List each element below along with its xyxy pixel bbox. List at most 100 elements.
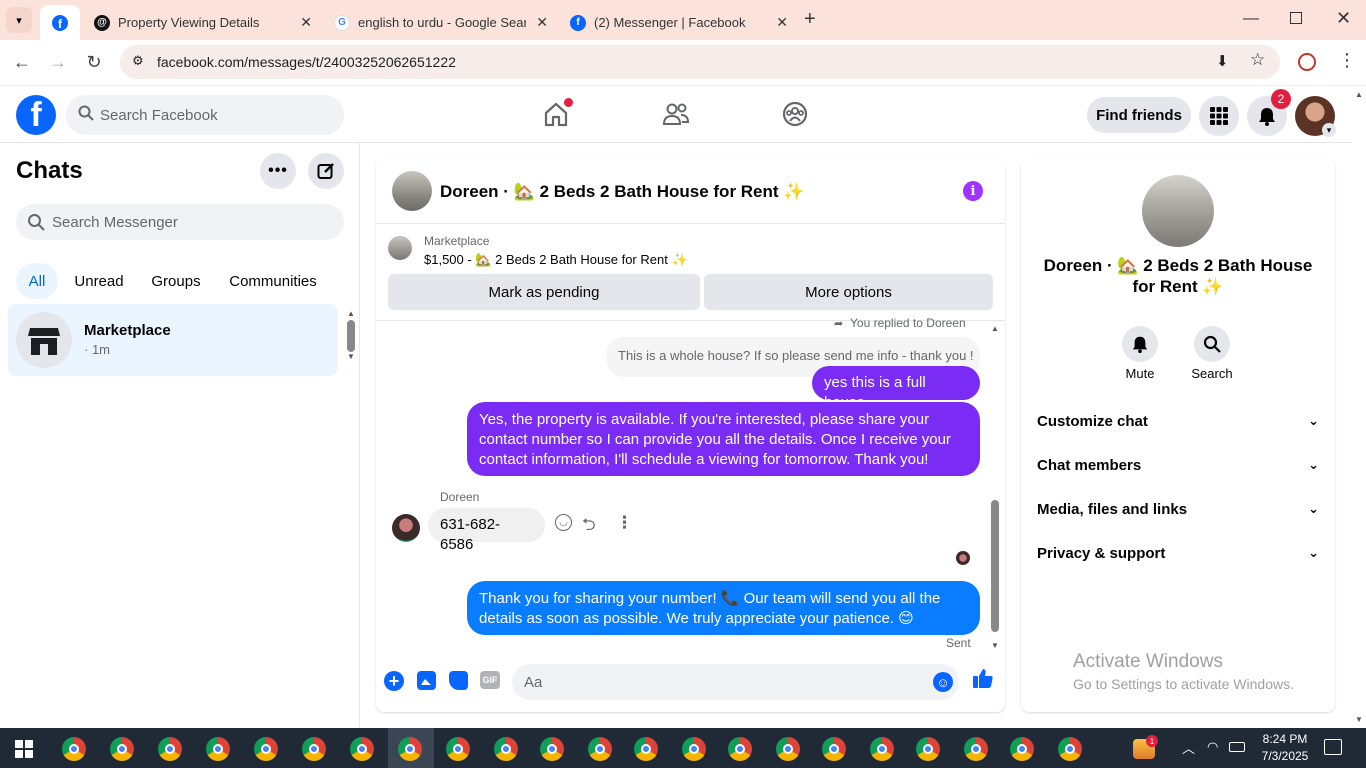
listing-thumbnail[interactable] bbox=[388, 236, 412, 260]
tab-property-viewing[interactable]: @ Property Viewing Details ✕ bbox=[80, 5, 320, 40]
site-info-icon[interactable]: ⚙ bbox=[132, 53, 144, 69]
tray-chevron-up-icon[interactable]: ︿ bbox=[1182, 738, 1195, 757]
messenger-search-input[interactable]: Search Messenger bbox=[16, 204, 344, 240]
chrome-icon[interactable] bbox=[254, 737, 278, 761]
close-window-icon[interactable]: ✕ bbox=[1336, 8, 1351, 29]
notification-center-icon[interactable] bbox=[1324, 739, 1342, 755]
chrome-icon[interactable] bbox=[776, 737, 800, 761]
chrome-icon[interactable] bbox=[302, 737, 326, 761]
chrome-icon[interactable] bbox=[398, 737, 422, 761]
conversation-title[interactable]: Doreen · 🏡 2 Beds 2 Bath House for Rent … bbox=[440, 182, 804, 202]
filter-all[interactable]: All bbox=[16, 263, 58, 299]
more-icon[interactable]: ⋮ bbox=[616, 513, 633, 533]
emoji-icon[interactable]: ☺ bbox=[933, 672, 953, 692]
section-customize-chat[interactable]: Customize chat ⌄ bbox=[1037, 399, 1319, 443]
home-icon[interactable] bbox=[541, 98, 573, 129]
close-icon[interactable]: ✕ bbox=[536, 14, 548, 31]
chrome-icon[interactable] bbox=[158, 737, 182, 761]
reply-icon[interactable]: ⮌ bbox=[582, 512, 596, 541]
search-conversation-button[interactable] bbox=[1194, 326, 1230, 362]
close-icon[interactable]: ✕ bbox=[300, 14, 312, 31]
facebook-search-input[interactable]: Search Facebook bbox=[66, 95, 344, 135]
wifi-icon[interactable]: ◠ bbox=[1207, 739, 1218, 755]
back-icon[interactable]: ← bbox=[10, 52, 34, 73]
more-options-button[interactable]: More options bbox=[704, 274, 993, 310]
gif-icon[interactable]: GIF bbox=[480, 671, 500, 689]
taskbar-date[interactable]: 7/3/2025 bbox=[1256, 749, 1314, 763]
groups-icon[interactable] bbox=[780, 99, 810, 129]
like-icon[interactable] bbox=[972, 667, 994, 694]
chrome-icon[interactable] bbox=[870, 737, 894, 761]
gallery-icon[interactable] bbox=[417, 671, 436, 690]
section-media-files-links[interactable]: Media, files and links ⌄ bbox=[1037, 487, 1319, 531]
chrome-icon[interactable] bbox=[964, 737, 988, 761]
section-privacy-support[interactable]: Privacy & support ⌄ bbox=[1037, 531, 1319, 575]
chrome-icon[interactable] bbox=[822, 737, 846, 761]
message-bubble[interactable]: 631-682-6586 bbox=[428, 508, 545, 553]
find-friends-button[interactable]: Find friends bbox=[1087, 97, 1191, 133]
new-message-button[interactable] bbox=[308, 153, 344, 189]
facebook-pinned-tab[interactable]: f bbox=[40, 5, 80, 40]
filter-communities[interactable]: Communities bbox=[218, 263, 328, 299]
compose-icon bbox=[317, 163, 334, 179]
chrome-icon[interactable] bbox=[728, 737, 752, 761]
menu-grid-button[interactable] bbox=[1199, 96, 1239, 136]
install-app-icon[interactable]: ⬇ bbox=[1216, 52, 1229, 70]
url-field[interactable]: ⚙ facebook.com/messages/t/24003252062651… bbox=[120, 45, 1280, 79]
filter-unread[interactable]: Unread bbox=[64, 263, 134, 299]
chrome-icon[interactable] bbox=[206, 737, 230, 761]
conversation-avatar[interactable] bbox=[392, 171, 432, 211]
taskbar-time[interactable]: 8:24 PM bbox=[1260, 732, 1310, 746]
message-bubble[interactable]: Thank you for sharing your number! 📞 Our… bbox=[467, 581, 980, 635]
google-icon: G bbox=[334, 14, 350, 31]
sent-status: Sent bbox=[946, 636, 971, 650]
info-icon[interactable]: i bbox=[963, 181, 983, 201]
mark-as-pending-button[interactable]: Mark as pending bbox=[388, 274, 700, 310]
close-icon[interactable]: ✕ bbox=[776, 14, 788, 31]
plus-icon[interactable]: + bbox=[384, 671, 404, 691]
chrome-icon[interactable] bbox=[682, 737, 706, 761]
chrome-icon[interactable] bbox=[540, 737, 564, 761]
start-icon[interactable] bbox=[15, 740, 33, 758]
minimize-icon[interactable]: — bbox=[1243, 10, 1259, 28]
chrome-icon[interactable] bbox=[350, 737, 374, 761]
browser-menu-icon[interactable]: ⋮ bbox=[1338, 50, 1356, 71]
more-options-button[interactable]: ••• bbox=[260, 153, 296, 189]
chrome-icon[interactable] bbox=[1058, 737, 1082, 761]
friends-icon[interactable] bbox=[661, 99, 691, 129]
sticker-icon[interactable] bbox=[449, 671, 468, 690]
battery-icon[interactable] bbox=[1229, 742, 1245, 752]
conversation-scrollbar[interactable]: ▲ ▼ bbox=[990, 324, 1000, 650]
chevron-down-icon[interactable]: ▾ bbox=[1322, 123, 1336, 137]
restore-icon[interactable] bbox=[1290, 12, 1302, 24]
chrome-icon[interactable] bbox=[588, 737, 612, 761]
new-tab-icon[interactable]: + bbox=[804, 8, 816, 31]
message-bubble[interactable]: Yes, the property is available. If you'r… bbox=[467, 402, 980, 476]
reload-icon[interactable]: ↻ bbox=[82, 52, 106, 73]
chrome-icon[interactable] bbox=[916, 737, 940, 761]
sender-avatar[interactable] bbox=[392, 514, 420, 542]
sidebar-scrollbar[interactable]: ▲ ▼ bbox=[347, 309, 355, 369]
tab-messenger[interactable]: f (2) Messenger | Facebook ✕ bbox=[556, 5, 796, 40]
chrome-icon[interactable] bbox=[446, 737, 470, 761]
chat-list-item[interactable]: Marketplace · 1m bbox=[8, 304, 338, 376]
message-input[interactable]: Aa ☺ bbox=[512, 664, 959, 700]
info-avatar[interactable] bbox=[1142, 175, 1214, 247]
message-bubble[interactable]: yes this is a full house bbox=[812, 366, 980, 411]
bookmark-star-icon[interactable]: ☆ bbox=[1250, 50, 1265, 70]
page-scrollbar[interactable]: ▲ ▼ bbox=[1352, 86, 1366, 728]
tab-google-search[interactable]: G english to urdu - Google Search ✕ bbox=[320, 5, 556, 40]
profile-icon[interactable] bbox=[1298, 53, 1316, 71]
mute-button[interactable] bbox=[1122, 326, 1158, 362]
chrome-icon[interactable] bbox=[634, 737, 658, 761]
chrome-icon[interactable] bbox=[1010, 737, 1034, 761]
section-chat-members[interactable]: Chat members ⌄ bbox=[1037, 443, 1319, 487]
chrome-icon[interactable] bbox=[62, 737, 86, 761]
tab-search-dropdown[interactable]: ▾ bbox=[6, 7, 32, 33]
facebook-logo-icon[interactable]: f bbox=[16, 95, 56, 135]
forward-icon[interactable]: → bbox=[46, 52, 70, 73]
chrome-icon[interactable] bbox=[494, 737, 518, 761]
emoji-react-icon[interactable]: ◡ bbox=[555, 514, 572, 531]
filter-groups[interactable]: Groups bbox=[140, 263, 212, 299]
chrome-icon[interactable] bbox=[110, 737, 134, 761]
